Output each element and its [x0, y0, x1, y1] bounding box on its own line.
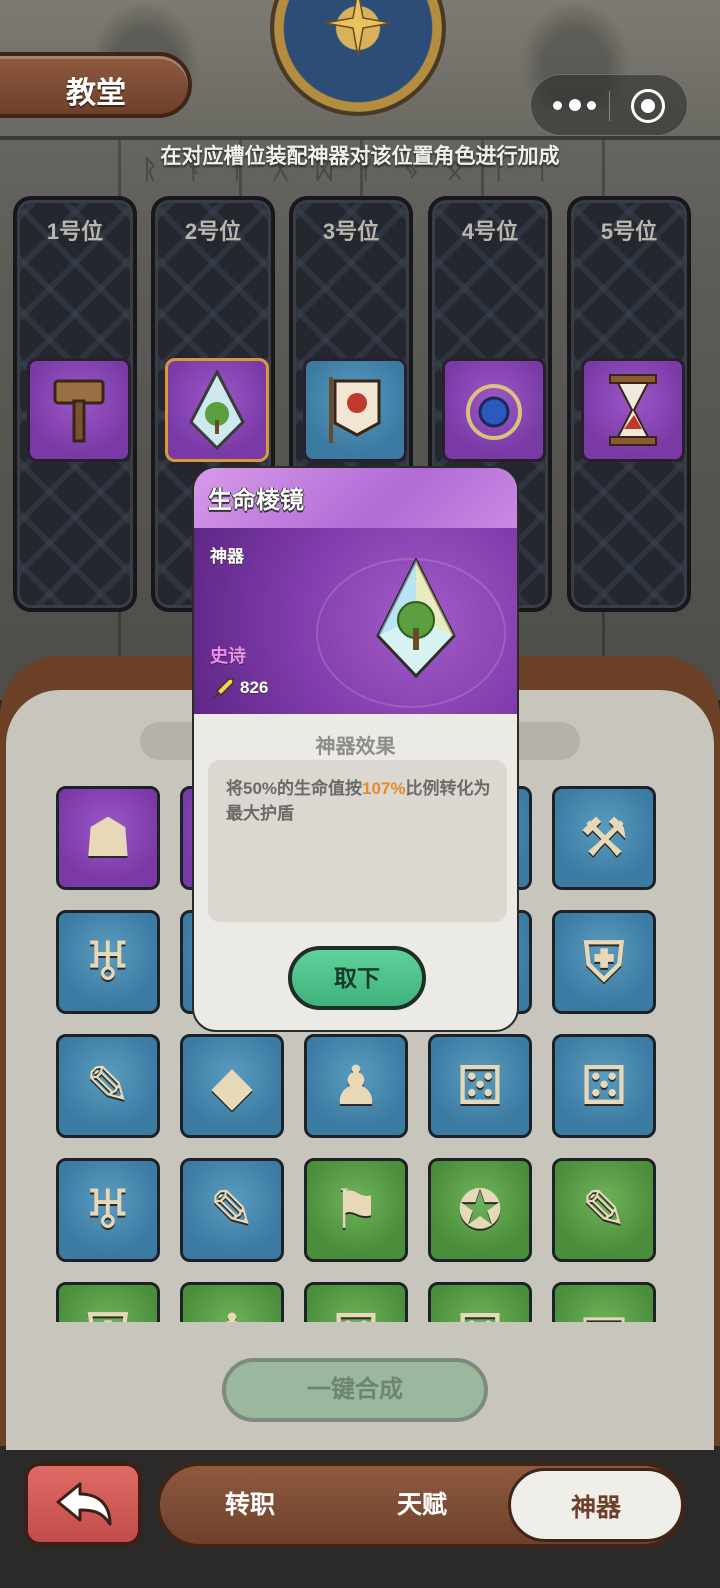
- back-button[interactable]: [24, 1462, 142, 1546]
- page-title: 教堂: [66, 77, 126, 110]
- remove-button[interactable]: 取下: [288, 946, 426, 1010]
- inventory-item[interactable]: ▤: [552, 1282, 656, 1322]
- inventory-item[interactable]: ♟: [180, 1282, 284, 1322]
- slot-item[interactable]: [442, 358, 546, 462]
- amulet-icon: ✪: [457, 1178, 503, 1241]
- title-plate: 教堂: [0, 52, 192, 118]
- slot-label: 1号位: [46, 219, 104, 244]
- chalice-icon: ♅: [83, 1178, 133, 1241]
- effect-highlight: 107%: [362, 779, 406, 798]
- inventory-item[interactable]: ⚄: [304, 1282, 408, 1322]
- prism-icon: ◆: [211, 1054, 253, 1117]
- subtitle: 在对应槽位装配神器对该位置角色进行加成: [160, 145, 560, 168]
- slot-5[interactable]: 5号位: [567, 196, 691, 612]
- slot-1[interactable]: 1号位: [13, 196, 137, 612]
- slot-item-selected[interactable]: [165, 358, 269, 462]
- inventory-item[interactable]: ☗: [56, 786, 160, 890]
- more-dots-icon[interactable]: [553, 91, 605, 119]
- banner-icon: ⚑: [331, 1178, 381, 1241]
- hooded-figure-icon: ♟: [208, 1307, 256, 1323]
- artifact-rarity: 史诗: [210, 646, 246, 666]
- armor-icon: ⛨: [583, 930, 625, 993]
- scroll-icon: ✎: [85, 1054, 131, 1117]
- effect-text-part: 将50%的生命值按: [226, 779, 363, 798]
- artifact-type: 神器: [210, 547, 244, 566]
- dice-icon: ⚄: [580, 1054, 628, 1117]
- inventory-item[interactable]: ♟: [304, 1034, 408, 1138]
- amulet-icon: [466, 384, 522, 440]
- slot-item[interactable]: [581, 358, 685, 462]
- inventory-item[interactable]: ⛨: [56, 1282, 160, 1322]
- mask-icon: ☗: [83, 806, 133, 869]
- target-circle-icon[interactable]: [631, 89, 665, 123]
- compass-star-icon: [325, 0, 391, 56]
- tab-talent[interactable]: 天赋: [352, 1466, 492, 1544]
- tab-artifact[interactable]: 神器: [508, 1468, 684, 1542]
- banner-icon: [329, 377, 381, 443]
- popup-hero: 神器 史诗 826: [194, 528, 517, 714]
- power-value: 826: [240, 678, 269, 697]
- chalice-icon: ♅: [83, 930, 133, 993]
- slot-label: 2号位: [184, 219, 242, 244]
- inventory-item[interactable]: ✪: [428, 1158, 532, 1262]
- inventory-item[interactable]: ⚒: [552, 786, 656, 890]
- hooded-figure-icon: ♟: [331, 1054, 381, 1117]
- inventory-item[interactable]: ◆: [180, 1034, 284, 1138]
- capsule-divider: [609, 91, 610, 121]
- effect-title: 神器效果: [315, 736, 396, 758]
- mini-program-capsule: [530, 74, 688, 136]
- popup-header: 生命棱镜: [194, 468, 517, 528]
- hammer-icon: ⚒: [579, 806, 629, 869]
- scroll-icon: ✎: [209, 1178, 255, 1241]
- inventory-item[interactable]: ⚄: [428, 1282, 532, 1322]
- inventory-item[interactable]: ♅: [56, 910, 160, 1014]
- sword-icon: [212, 678, 234, 700]
- armor-icon: ⛨: [88, 1307, 129, 1323]
- prism-icon: [376, 558, 456, 678]
- hammer-icon: [53, 379, 105, 443]
- tab-job-change[interactable]: 转职: [180, 1466, 320, 1544]
- scroll-icon: ✎: [581, 1178, 627, 1241]
- slot-item[interactable]: [303, 358, 407, 462]
- dice-icon: ⚄: [457, 1307, 504, 1323]
- effect-box: 将50%的生命值按107%比例转化为最大护盾: [208, 760, 507, 922]
- hourglass-icon: [609, 374, 657, 446]
- slot-label: 3号位: [322, 219, 380, 244]
- inventory-item[interactable]: ⚑: [304, 1158, 408, 1262]
- back-arrow-icon: [56, 1482, 112, 1526]
- artifact-name: 生命棱镜: [208, 487, 304, 514]
- book-icon: ▤: [578, 1307, 629, 1323]
- merge-all-button[interactable]: 一键合成: [222, 1358, 488, 1422]
- inventory-item[interactable]: ⛨: [552, 910, 656, 1014]
- effect-text: 将50%的生命值按107%比例转化为最大护盾: [226, 776, 496, 826]
- inventory-item[interactable]: ✎: [56, 1034, 160, 1138]
- inventory-item[interactable]: ⚄: [428, 1034, 532, 1138]
- inventory-item[interactable]: ♅: [56, 1158, 160, 1262]
- inventory-item[interactable]: ✎: [180, 1158, 284, 1262]
- dice-icon: ⚄: [333, 1307, 380, 1323]
- slot-label: 4号位: [461, 219, 519, 244]
- prism-icon: [189, 370, 245, 450]
- inventory-item[interactable]: ⚄: [552, 1034, 656, 1138]
- slot-label: 5号位: [600, 219, 658, 244]
- slot-item[interactable]: [27, 358, 131, 462]
- dice-icon: ⚄: [456, 1054, 504, 1117]
- bottom-tab-bar: 转职 天赋 神器: [156, 1462, 686, 1548]
- artifact-detail-popup: 生命棱镜 神器 史诗 826 神器效果 将50%的生命值按107%比例转化为最大…: [192, 466, 519, 1032]
- inventory-item[interactable]: ✎: [552, 1158, 656, 1262]
